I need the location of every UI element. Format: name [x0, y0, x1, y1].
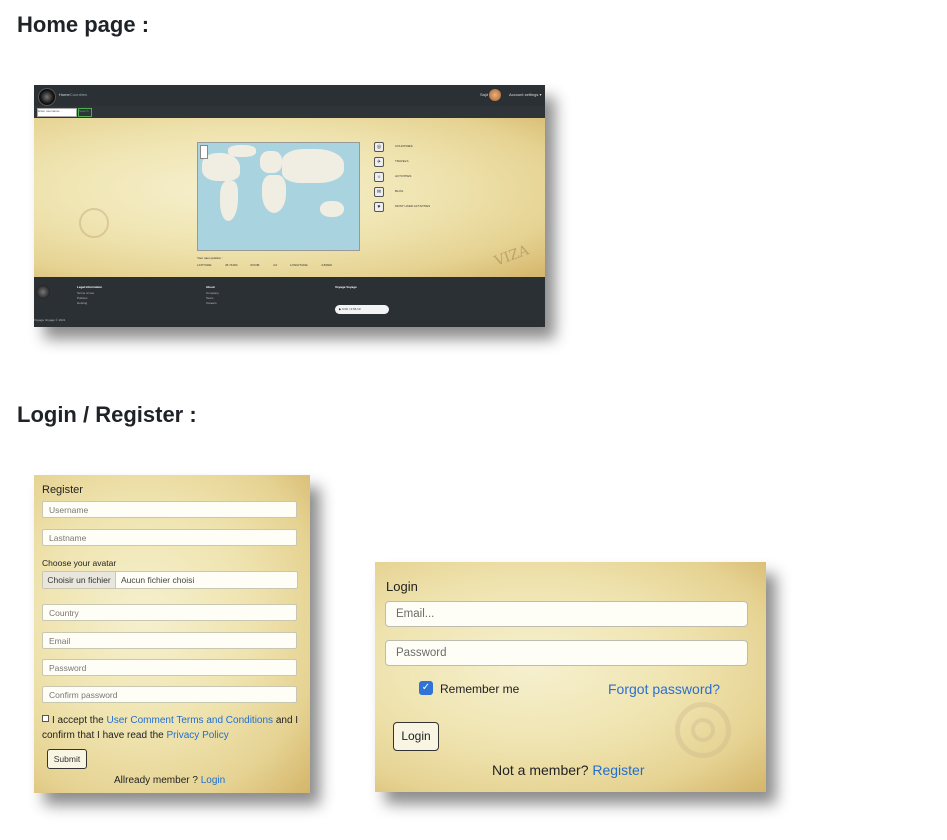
heart-icon[interactable]: ♥ [374, 202, 384, 212]
not-member-text: Not a member? [492, 762, 589, 778]
footer-link[interactable]: Hosting [77, 301, 87, 305]
remember-me-checkbox[interactable]: ✓ [419, 681, 433, 695]
forgot-password-link[interactable]: Forgot password? [608, 681, 720, 697]
avatar[interactable] [489, 89, 501, 101]
spiral-decoration-inner [691, 718, 715, 742]
terms-checkbox[interactable] [42, 715, 49, 722]
navbar: Home Countries Sajd Account settings ▾ [34, 85, 545, 106]
register-form: Register Username Lastname Choose your a… [34, 475, 310, 793]
user-position-label: Your user position : [197, 256, 223, 260]
not-member: Not a member? Register [492, 762, 645, 778]
terms-prefix: I accept the [52, 715, 104, 726]
travels-icon[interactable]: ✈ [374, 157, 384, 167]
search-input[interactable]: Enter username... [37, 108, 77, 117]
footer-link[interactable]: Terms of use [77, 291, 94, 295]
already-member-text: Allready member ? [114, 775, 198, 786]
submit-button[interactable]: Submit [47, 749, 87, 769]
home-page-screenshot: Home Countries Sajd Account settings ▾ E… [34, 85, 545, 327]
password-input[interactable]: Password [385, 640, 748, 666]
footer-link[interactable]: Company [206, 291, 219, 295]
spiral-decoration [79, 208, 109, 238]
world-map[interactable] [197, 142, 360, 251]
footer-logo [36, 285, 50, 299]
menu-blog[interactable]: BLOG [395, 189, 403, 193]
register-title: Register [42, 484, 83, 496]
logo[interactable] [38, 88, 56, 106]
terms-agreement: I accept the User Comment Terms and Cond… [42, 713, 304, 743]
privacy-policy-link[interactable]: Privacy Policy [167, 730, 229, 741]
audio-player[interactable]: ▶ 0:00 / 2:54:10 [335, 305, 389, 314]
avatar-label: Choose your avatar [42, 558, 117, 568]
login-register-heading: Login / Register : [17, 402, 197, 427]
avatar-file-input[interactable]: Choisir un fichier Aucun fichier choisi [42, 571, 298, 589]
footer-link[interactable]: Policies [77, 296, 87, 300]
footer-voyage-heading: Voyage Voyage [335, 285, 357, 289]
login-title: Login [386, 579, 418, 594]
register-link[interactable]: Register [592, 762, 644, 778]
menu-countries[interactable]: COUNTRIES [395, 144, 413, 148]
menu-most-liked[interactable]: MOST LIKED ACTIVITIES [395, 204, 430, 208]
terms-link[interactable]: User Comment Terms and Conditions [106, 715, 273, 726]
login-form: Login Email... Password ✓ Remember me Fo… [375, 562, 766, 792]
lastname-input[interactable]: Lastname [42, 529, 297, 546]
country-input[interactable]: Country [42, 604, 297, 621]
nav-countries-link[interactable]: Countries [70, 92, 87, 97]
remember-me-label: Remember me [440, 682, 520, 696]
password-input[interactable]: Password [42, 659, 297, 676]
choose-file-button[interactable]: Choisir un fichier [43, 572, 116, 588]
activities-icon[interactable]: ☼ [374, 172, 384, 182]
confirm-password-input[interactable]: Confirm password [42, 686, 297, 703]
search-bar: Enter username... Search [34, 106, 545, 118]
login-link[interactable]: Login [201, 775, 225, 786]
login-button[interactable]: Login [393, 722, 439, 751]
footer-about-heading: About [206, 285, 215, 289]
coordinates-readout: LATITUDE: 45.74460 ZOOM: 4.0 LONGITUDE: … [197, 263, 332, 267]
already-member: Allready member ? Login [114, 775, 225, 786]
visa-stamp: VIZA [492, 242, 532, 270]
email-input[interactable]: Email [42, 632, 297, 649]
audio-time: 0:00 / 2:54:10 [342, 307, 361, 311]
username-input[interactable]: Username [42, 501, 297, 518]
home-page-heading: Home page : [17, 12, 150, 37]
nav-username: Sajd [480, 92, 489, 97]
home-content: ◎ COUNTRIES ✈ TRAVELS ☼ ACTIVITIES ✉ BLO… [34, 118, 545, 277]
footer-legal-heading: Legal information [77, 285, 103, 289]
countries-icon[interactable]: ◎ [374, 142, 384, 152]
footer-link[interactable]: Careers [206, 301, 217, 305]
copyright: Voyage Voyage © 2021 [34, 318, 66, 322]
nav-home-link[interactable]: Home [59, 92, 70, 97]
no-file-text: Aucun fichier choisi [121, 575, 195, 585]
account-settings-dropdown[interactable]: Account settings ▾ [509, 92, 541, 97]
footer: Legal information Terms of use Policies … [34, 277, 545, 327]
blog-icon[interactable]: ✉ [374, 187, 384, 197]
email-input[interactable]: Email... [385, 601, 748, 627]
footer-link[interactable]: Team [206, 296, 213, 300]
menu-travels[interactable]: TRAVELS [395, 159, 408, 163]
search-button[interactable]: Search [78, 108, 92, 117]
menu-activities[interactable]: ACTIVITIES [395, 174, 411, 178]
